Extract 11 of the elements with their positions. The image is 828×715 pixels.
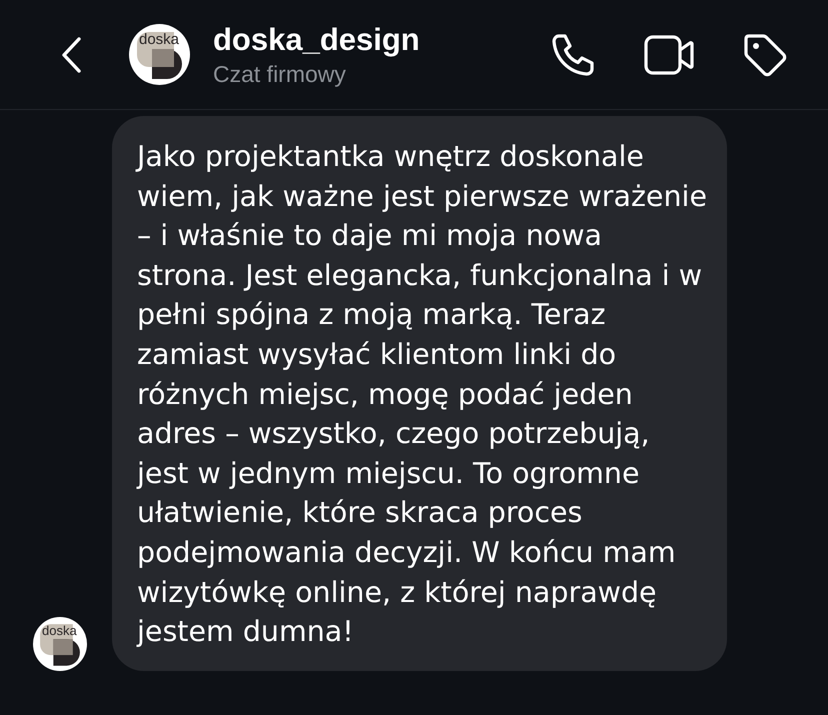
avatar[interactable]: doska [33,616,87,671]
tag-icon [742,32,788,78]
chevron-left-icon [60,36,82,74]
chat-subtitle: Czat firmowy [213,60,347,86]
logo-text: doska [139,32,180,47]
phone-icon [550,32,596,78]
avatar[interactable]: doska [129,24,190,85]
video-camera-icon [644,34,694,74]
contact-name: doska_design [213,22,420,56]
message-text: Jako projektantka wnętrz doskonale wiem, jak ważne jest pierwsze wrażenie – i właśnie to daje mi moja nowa strona. Jest elegancka, funkcjonalna i w pełni spójna z moją marką. Teraz zamiast wysyłać klientom linki do różnych miejsc, mogę podać jeden adres – wszystko, czego potrzebują, jest w jednym miejscu. To ogromne ułatwienie, które skraca proces podejmowania decyzji. W końcu mam wizytówkę online, z której naprawdę jestem dumna! [137,139,707,650]
logo-text: doska [42,624,77,637]
